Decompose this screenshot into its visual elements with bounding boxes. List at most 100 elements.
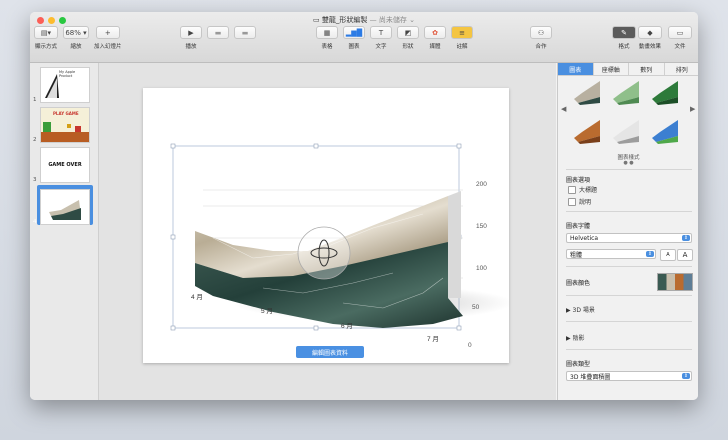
chart-style-swatch-1[interactable] xyxy=(572,79,602,105)
play-label: 播放 xyxy=(185,44,197,50)
table-button[interactable]: ▦ xyxy=(316,26,338,39)
media-label: 媒體 xyxy=(429,44,441,50)
chevron-right-icon[interactable]: ▶ xyxy=(690,105,695,113)
chart-style-swatch-3[interactable] xyxy=(650,79,680,105)
add-slide-label: 加入幻燈片 xyxy=(94,44,122,50)
slide-number: 1 xyxy=(33,97,37,103)
slide-thumbnail-1[interactable]: My Apple Product xyxy=(40,67,90,103)
font-weight-select[interactable]: 粗體 ⇕ xyxy=(566,249,656,259)
tab-arrange[interactable]: 排列 xyxy=(665,63,699,75)
tab-series[interactable]: 數列 xyxy=(629,63,665,75)
font-family-select[interactable]: Helvetica ⇕ xyxy=(566,233,692,243)
comment-button[interactable]: ≡ xyxy=(451,26,473,39)
chart-button[interactable]: ▂▆█ xyxy=(343,26,365,39)
view-button[interactable]: ▤▾ xyxy=(34,26,58,39)
play-button[interactable]: ▶ xyxy=(180,26,202,39)
font-family-value: Helvetica xyxy=(570,234,599,242)
comment-control: ≡ 註解 xyxy=(451,26,473,58)
caption-checkbox-label: 說明 xyxy=(579,199,592,206)
document-title[interactable]: 雙龍_形狀編製 xyxy=(322,16,368,24)
y-axis-ticks: 200 150 100 50 0 xyxy=(468,181,487,349)
collaborate-icon: ⚇ xyxy=(537,28,545,37)
chart-3d-area[interactable]: 200 150 100 50 0 4 月 5 月 6 月 7 月 xyxy=(143,88,509,363)
tab-chart[interactable]: 圖表 xyxy=(558,63,594,75)
chart-style-swatch-2[interactable] xyxy=(611,79,641,105)
caption-checkbox[interactable]: 說明 xyxy=(568,197,591,206)
placeholder-label xyxy=(217,42,219,48)
chart-color-title: 圖表顏色 xyxy=(566,280,591,287)
chart-control: ▂▆█ 圖表 xyxy=(343,26,365,58)
slide-thumbnail-3[interactable]: GAME OVER xyxy=(40,147,90,183)
title-checkbox[interactable]: 大標題 xyxy=(568,185,597,194)
divider xyxy=(566,169,692,170)
slide-thumbnail-4[interactable] xyxy=(40,189,90,225)
animate-button[interactable]: ◆ xyxy=(638,26,662,39)
slide-number: 2 xyxy=(33,137,37,143)
comment-label: 註解 xyxy=(456,44,468,50)
page-dots[interactable]: ● ● xyxy=(558,160,698,166)
chart-type-value: 3D 堆疊面積圖 xyxy=(570,373,611,381)
zoom-value: 68% xyxy=(65,28,81,37)
animate-control: ◆ 動畫效果 xyxy=(638,26,662,58)
slide-page[interactable]: 200 150 100 50 0 4 月 5 月 6 月 7 月 編輯圖表資料 xyxy=(143,88,509,363)
y-tick-label: 200 xyxy=(476,181,487,188)
add-slide-button[interactable]: + xyxy=(95,26,120,39)
document-icon: ▭ xyxy=(313,16,322,24)
chevron-updown-icon: ⇕ xyxy=(682,373,690,379)
chevron-updown-icon: ⇕ xyxy=(682,235,690,241)
checkbox-box[interactable] xyxy=(568,197,576,206)
view-control: ▤▾ 顯示方式 xyxy=(34,26,58,58)
slide-canvas: 200 150 100 50 0 4 月 5 月 6 月 7 月 編輯圖表資料 xyxy=(99,63,556,400)
generic-button[interactable]: ▬ xyxy=(207,26,229,39)
shadow-disclosure[interactable]: ▶ 陰影 xyxy=(566,333,585,342)
y-tick-label: 100 xyxy=(476,265,487,272)
format-button[interactable]: ✎ xyxy=(612,26,636,39)
play-control: ▶ 播放 xyxy=(180,26,202,58)
increase-font-button[interactable]: A xyxy=(677,249,693,261)
text-button[interactable]: T xyxy=(370,26,392,39)
animate-icon: ◆ xyxy=(647,28,653,37)
document-button[interactable]: ▭ xyxy=(668,26,692,39)
3d-scene-disclosure[interactable]: ▶ 3D 場景 xyxy=(566,305,595,314)
chart-color-swatch[interactable] xyxy=(657,273,693,291)
rotate-3d-icon[interactable] xyxy=(297,226,351,280)
slide-thumbnail-2[interactable]: PLAY GAME xyxy=(40,107,90,143)
divider xyxy=(566,211,692,212)
shape-control: ◩ 形狀 xyxy=(397,26,419,58)
chart-style-swatch-4[interactable] xyxy=(572,118,602,144)
zoom-control: 68% ▾ 縮放 xyxy=(63,26,89,58)
generic-button[interactable]: ▬ xyxy=(234,26,256,39)
zoom-button[interactable]: 68% ▾ xyxy=(63,26,89,39)
chevron-updown-icon: ⇕ xyxy=(646,251,654,257)
chart-style-swatch-5[interactable] xyxy=(611,118,641,144)
media-button[interactable]: ✿ xyxy=(424,26,446,39)
slide-4-image xyxy=(49,200,81,220)
shadow-label: 陰影 xyxy=(572,335,585,342)
collaborate-button[interactable]: ⚇ xyxy=(530,26,552,39)
text-control: T 文字 xyxy=(370,26,392,58)
format-label: 格式 xyxy=(618,44,630,50)
checkbox-box[interactable] xyxy=(568,185,576,194)
edit-chart-data-button[interactable]: 編輯圖表資料 xyxy=(296,346,364,358)
decrease-font-button[interactable]: A xyxy=(660,249,676,261)
slide-navigator: My Apple Product 1 PLAY GAME 2 GAME OVER… xyxy=(30,63,99,400)
x-tick-label: 7 月 xyxy=(427,335,439,343)
slide-1-image xyxy=(45,74,59,98)
media-icon: ✿ xyxy=(432,28,438,37)
chart-style-swatch-6[interactable] xyxy=(650,118,680,144)
toolbar: ▭ 雙龍_形狀編製 — 尚未儲存 ⌄ ▤▾ 顯示方式 68% ▾ 縮放 + 加入… xyxy=(30,12,698,63)
bar-chart-icon: ▂▆█ xyxy=(345,28,363,37)
toolbar-item-2: ▬ xyxy=(207,26,229,58)
chart-type-title: 圖表類型 xyxy=(566,361,591,368)
divider xyxy=(566,321,692,322)
text-label: 文字 xyxy=(375,44,387,50)
document-icon: ▭ xyxy=(676,28,684,37)
chevron-left-icon[interactable]: ◀ xyxy=(561,105,566,113)
shape-button[interactable]: ◩ xyxy=(397,26,419,39)
table-icon: ▦ xyxy=(323,28,331,37)
slide-2-image xyxy=(41,122,89,142)
animate-label: 動畫效果 xyxy=(638,44,661,50)
chart-type-select[interactable]: 3D 堆疊面積圖 ⇕ xyxy=(566,371,692,381)
divider xyxy=(566,266,692,267)
tab-axis[interactable]: 座標軸 xyxy=(594,63,629,75)
